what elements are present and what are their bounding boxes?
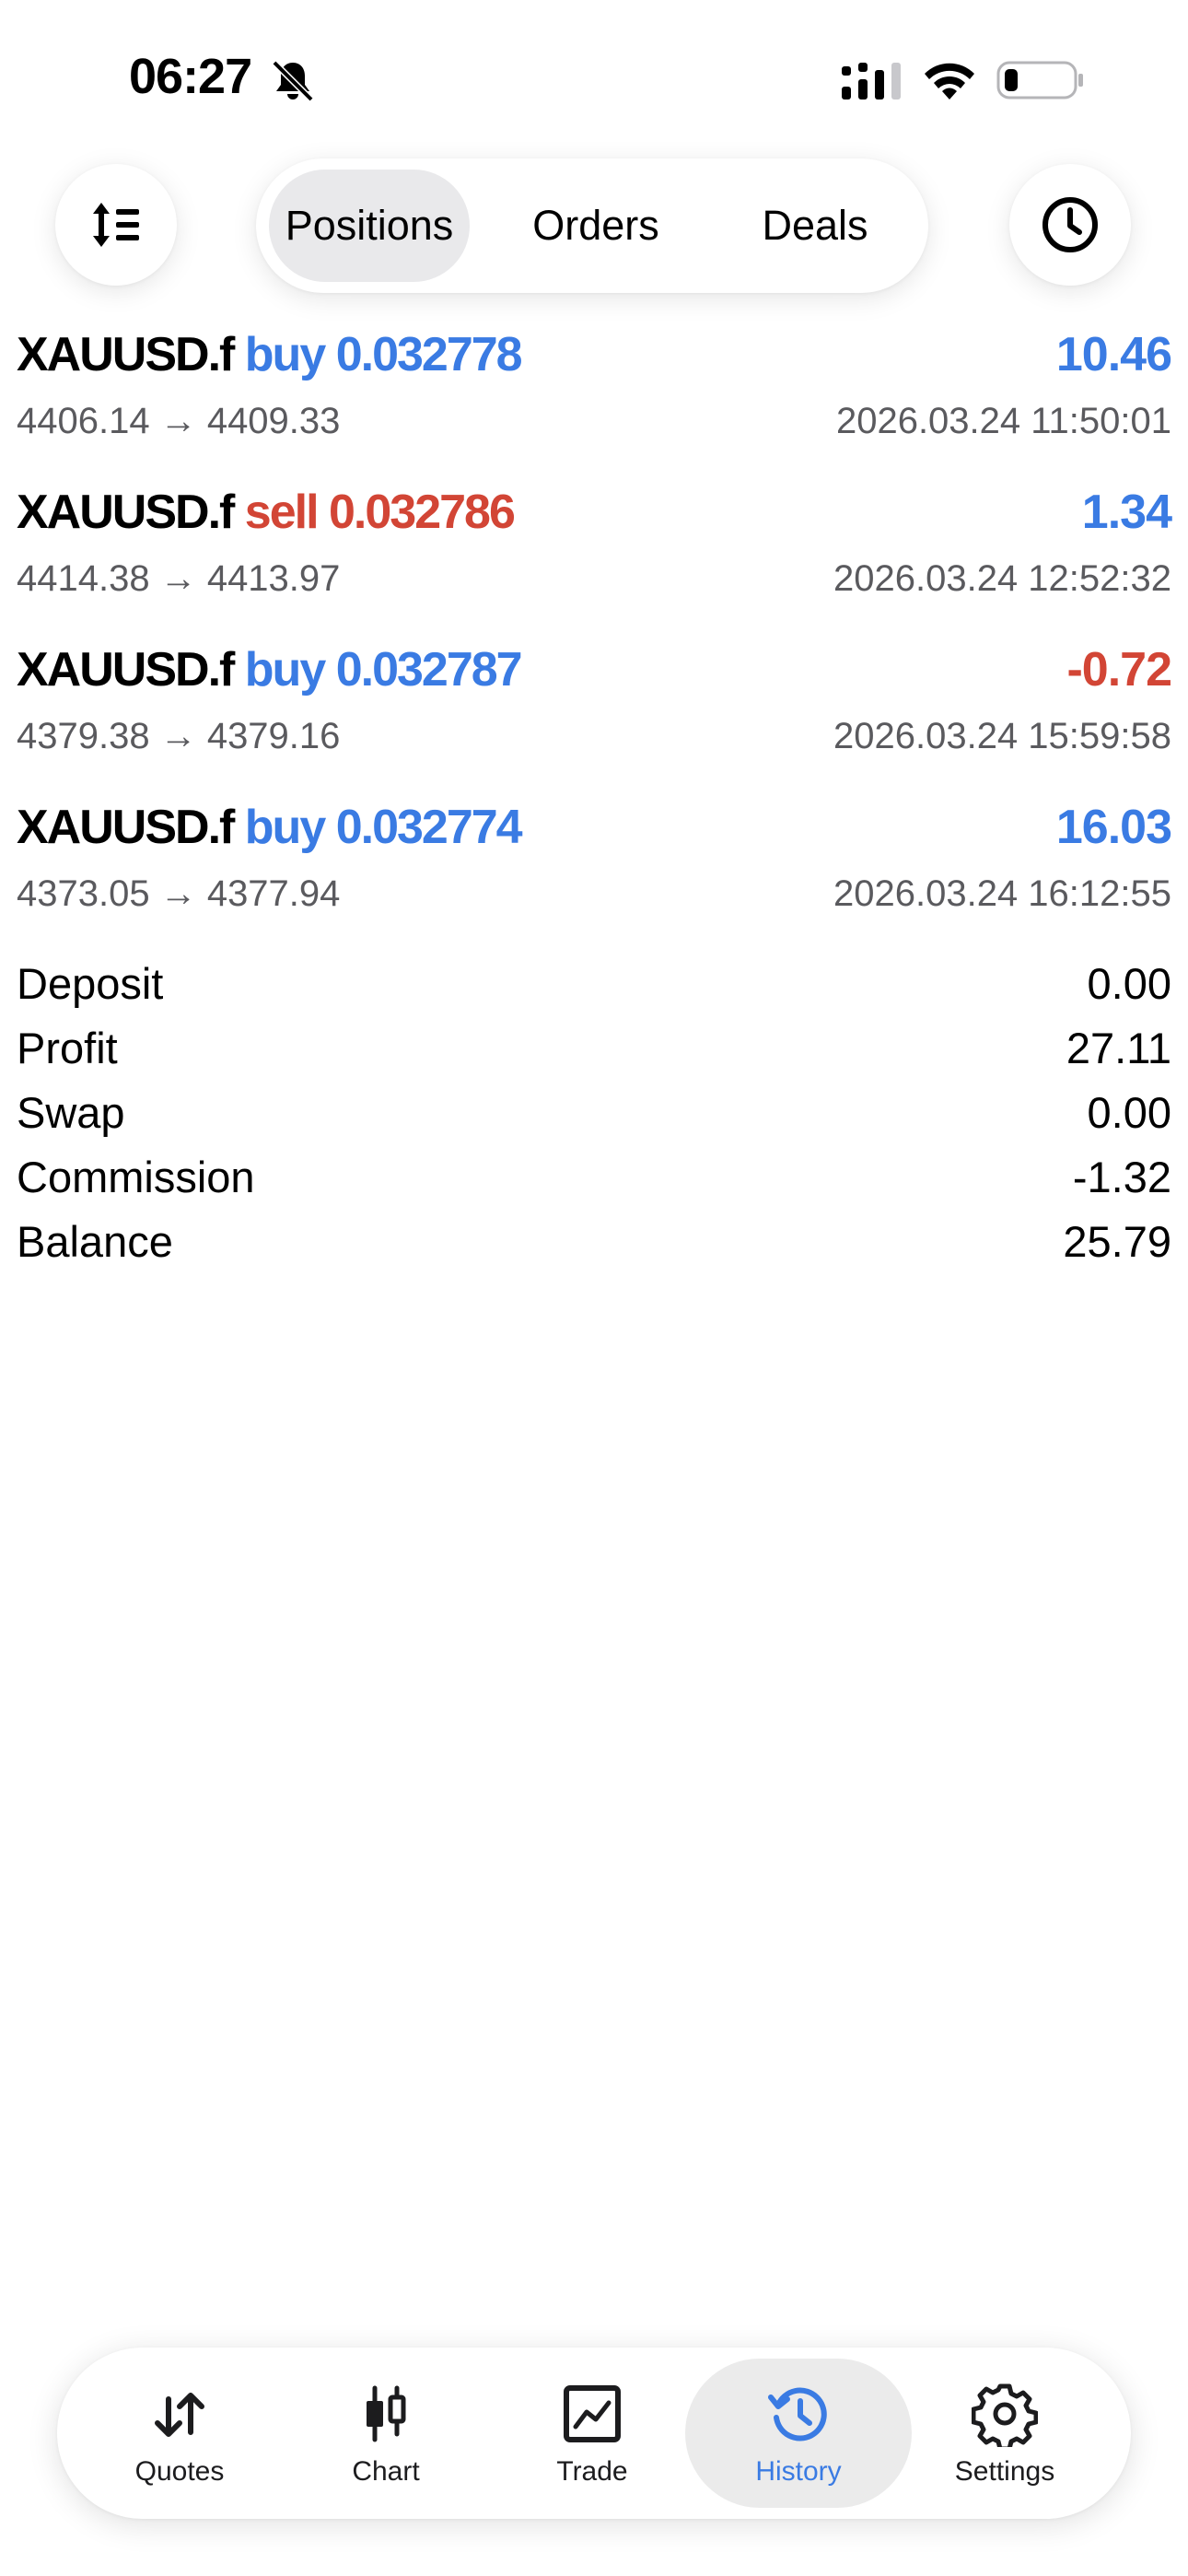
- position-row[interactable]: XAUUSD.f buy 0.032778 10.46 4406.14 → 44…: [0, 318, 1188, 475]
- summary-label: Commission: [17, 1153, 255, 1201]
- position-time: 2026.03.24 15:59:58: [833, 716, 1171, 756]
- position-profit: 16.03: [1055, 801, 1172, 854]
- position-symbol: XAUUSD.f: [17, 486, 235, 539]
- cellular-signal-icon: [842, 63, 901, 100]
- nav-history[interactable]: History: [685, 2359, 912, 2508]
- position-side: buy: [244, 643, 326, 697]
- trade-chart-icon: [564, 2385, 621, 2442]
- status-time: 06:27: [129, 49, 252, 104]
- tab-orders[interactable]: Orders: [494, 170, 698, 282]
- position-volume: 0.032774: [335, 801, 523, 854]
- nav-trade[interactable]: Trade: [479, 2359, 705, 2508]
- candlestick-chart-icon: [367, 2385, 406, 2442]
- summary-row-profit: Profit 27.11: [17, 1023, 1171, 1087]
- summary-value: 27.11: [1066, 1024, 1171, 1072]
- clock-icon: [1042, 197, 1098, 252]
- position-profit: -0.72: [1066, 643, 1172, 697]
- tab-positions[interactable]: Positions: [269, 170, 470, 282]
- quotes-arrows-icon: [155, 2393, 204, 2437]
- summary-value: 0.00: [1087, 959, 1171, 1008]
- nav-label: Quotes: [134, 2456, 225, 2487]
- summary-label: Swap: [17, 1088, 125, 1137]
- summary-value: 0.00: [1087, 1088, 1171, 1137]
- nav-quotes[interactable]: Quotes: [66, 2359, 293, 2508]
- position-time: 2026.03.24 12:52:32: [833, 558, 1171, 599]
- history-clock-icon: [768, 2387, 827, 2441]
- view-segmented-control: Positions Orders Deals: [256, 158, 928, 293]
- position-prices: 4373.05 → 4377.94: [17, 873, 341, 914]
- nav-label: Trade: [556, 2456, 628, 2487]
- position-profit: 10.46: [1055, 328, 1172, 381]
- position-side: buy: [244, 801, 326, 854]
- position-prices: 4379.38 → 4379.16: [17, 716, 341, 756]
- positions-list: XAUUSD.f buy 0.032778 10.46 4406.14 → 44…: [0, 318, 1188, 948]
- gear-icon: [972, 2383, 1038, 2447]
- summary-row-commission: Commission -1.32: [17, 1152, 1171, 1216]
- battery-icon: [996, 61, 1083, 100]
- summary-label: Deposit: [17, 959, 164, 1008]
- position-prices: 4414.38 → 4413.97: [17, 558, 341, 599]
- account-summary: Deposit 0.00 Profit 27.11 Swap 0.00 Comm…: [17, 958, 1171, 1281]
- summary-value: 25.79: [1063, 1217, 1171, 1266]
- position-volume: 0.032778: [335, 328, 523, 381]
- sort-icon: [93, 203, 139, 247]
- position-time: 2026.03.24 11:50:01: [835, 401, 1171, 441]
- summary-label: Balance: [17, 1217, 173, 1266]
- summary-row-swap: Swap 0.00: [17, 1087, 1171, 1152]
- period-button[interactable]: [1009, 164, 1131, 286]
- position-prices: 4406.14 → 4409.33: [17, 401, 341, 441]
- position-row[interactable]: XAUUSD.f sell 0.032786 1.34 4414.38 → 44…: [0, 475, 1188, 633]
- bottom-tab-bar: Quotes Chart Trade History Settings: [57, 2348, 1131, 2519]
- status-bar: 06:27: [0, 0, 1188, 157]
- position-row[interactable]: XAUUSD.f buy 0.032787 -0.72 4379.38 → 43…: [0, 633, 1188, 790]
- position-profit: 1.34: [1081, 486, 1172, 539]
- tab-deals[interactable]: Deals: [713, 170, 917, 282]
- summary-row-balance: Balance 25.79: [17, 1216, 1171, 1281]
- summary-value: -1.32: [1072, 1153, 1171, 1201]
- position-symbol: XAUUSD.f: [17, 801, 235, 854]
- summary-row-deposit: Deposit 0.00: [17, 958, 1171, 1023]
- position-volume: 0.032786: [328, 486, 516, 539]
- nav-label: History: [755, 2456, 842, 2487]
- nav-settings[interactable]: Settings: [891, 2359, 1118, 2508]
- nav-label: Settings: [954, 2456, 1055, 2487]
- nav-label: Chart: [352, 2456, 420, 2487]
- position-symbol: XAUUSD.f: [17, 643, 235, 697]
- position-side: sell: [244, 486, 320, 539]
- position-row[interactable]: XAUUSD.f buy 0.032774 16.03 4373.05 → 43…: [0, 790, 1188, 948]
- nav-chart[interactable]: Chart: [273, 2359, 499, 2508]
- bell-muted-icon: [272, 60, 314, 102]
- wifi-icon: [925, 63, 974, 100]
- position-symbol: XAUUSD.f: [17, 328, 235, 381]
- sort-button[interactable]: [55, 164, 177, 286]
- summary-label: Profit: [17, 1024, 118, 1072]
- position-side: buy: [244, 328, 326, 381]
- position-time: 2026.03.24 16:12:55: [833, 873, 1171, 914]
- position-volume: 0.032787: [335, 643, 523, 697]
